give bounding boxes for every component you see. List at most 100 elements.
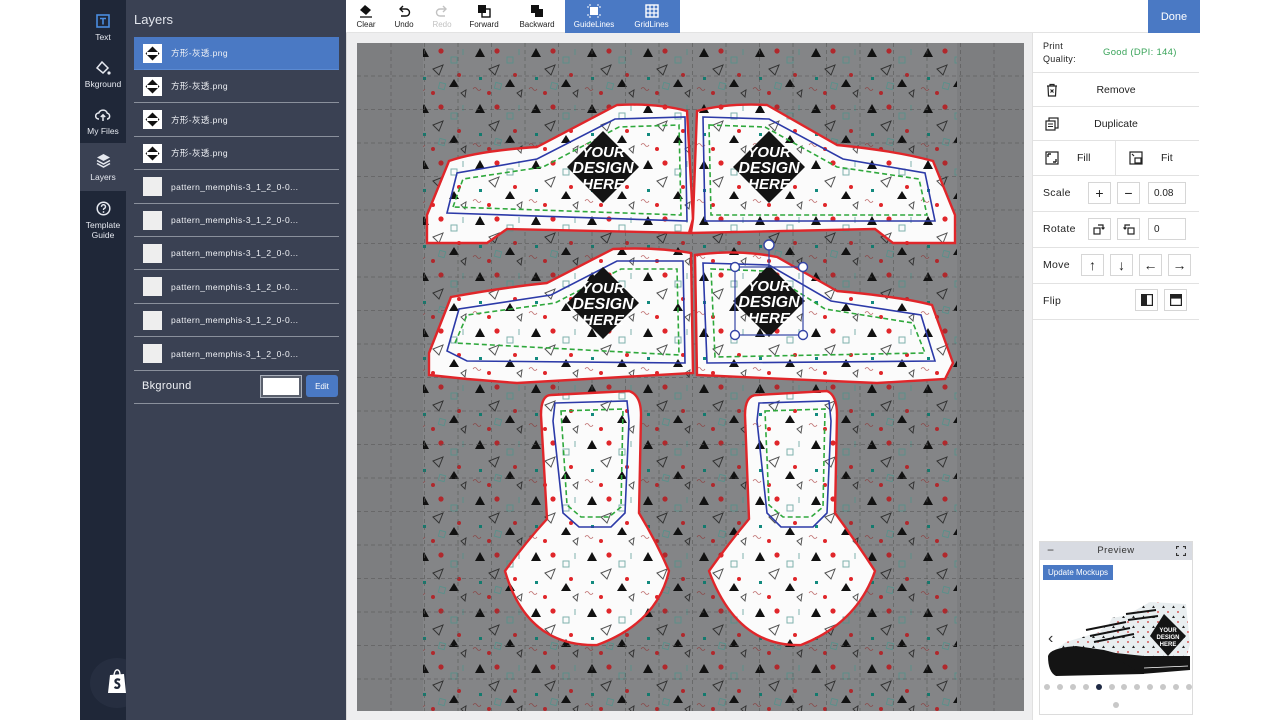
move-left-button[interactable]: ← bbox=[1139, 254, 1162, 276]
carousel-dot[interactable] bbox=[1134, 684, 1141, 690]
design-logo-thumbnail bbox=[143, 110, 162, 130]
tool-rail: Text Bkground My Files Layers Template G… bbox=[80, 0, 126, 720]
move-down-button[interactable]: ↓ bbox=[1110, 254, 1133, 276]
button-label: Clear bbox=[356, 20, 376, 29]
resize-handle[interactable] bbox=[797, 329, 809, 341]
shopify-bag-icon[interactable] bbox=[107, 668, 127, 694]
layer-item[interactable]: pattern_memphis-3_1_2_0-0... bbox=[134, 338, 339, 371]
rotate-handle[interactable] bbox=[763, 239, 775, 251]
carousel-dot[interactable] bbox=[1095, 684, 1102, 690]
carousel-dot[interactable] bbox=[1160, 684, 1167, 690]
duplicate-icon bbox=[1045, 116, 1059, 131]
arrow-down-icon: ↓ bbox=[1118, 257, 1125, 273]
background-edit-button[interactable]: Edit bbox=[306, 375, 338, 397]
layer-name: 方形-灰透.png bbox=[171, 114, 228, 125]
carousel-dot[interactable] bbox=[1147, 684, 1154, 690]
rail-item-template-guide[interactable]: Template Guide bbox=[80, 194, 126, 246]
carousel-dot[interactable] bbox=[1121, 684, 1128, 690]
rail-item-layers[interactable]: Layers bbox=[80, 143, 126, 191]
layers-title: Layers bbox=[134, 12, 174, 27]
scale-up-button[interactable]: + bbox=[1088, 182, 1111, 204]
layer-item[interactable]: 方形-灰透.png bbox=[134, 104, 339, 137]
carousel-dot[interactable] bbox=[1185, 684, 1192, 690]
layer-name: 方形-灰透.png bbox=[171, 48, 228, 58]
rail-item-text[interactable]: Text bbox=[80, 4, 126, 51]
flip-vertical-button[interactable] bbox=[1164, 289, 1187, 311]
scale-label: Scale bbox=[1043, 187, 1071, 199]
flip-horizontal-icon bbox=[1140, 294, 1153, 306]
preview-panel: − Preview Update Mockups YOUR DESIGN HER… bbox=[1039, 541, 1193, 715]
scale-down-button[interactable]: − bbox=[1117, 182, 1140, 204]
rail-item-background[interactable]: Bkground bbox=[80, 51, 126, 98]
rail-item-my-files[interactable]: My Files bbox=[80, 98, 126, 145]
redo-icon bbox=[435, 5, 447, 17]
layer-item[interactable]: pattern_memphis-3_1_2_0-0... bbox=[134, 304, 339, 338]
layer-name: 方形-灰透.png bbox=[171, 148, 228, 159]
flip-horizontal-button[interactable] bbox=[1135, 289, 1158, 311]
resize-handle[interactable] bbox=[797, 261, 809, 273]
pattern-thumbnail bbox=[143, 277, 162, 297]
gridlines-toggle[interactable]: GridLines bbox=[623, 0, 680, 33]
rotate-input[interactable]: 0 bbox=[1148, 218, 1186, 240]
carousel-dot[interactable] bbox=[1082, 684, 1089, 690]
layer-item[interactable]: pattern_memphis-3_1_2_0-0... bbox=[134, 204, 339, 237]
guidelines-icon bbox=[587, 4, 601, 18]
layer-item[interactable]: pattern_memphis-3_1_2_0-0... bbox=[134, 171, 339, 204]
badge-text: YOUR bbox=[747, 278, 791, 295]
template-artwork[interactable]: YOURDESIGNHEREYOURDESIGNHEREYOURDESIGNHE… bbox=[357, 43, 1024, 711]
rotate-ccw-button[interactable] bbox=[1117, 218, 1140, 240]
layer-name: 方形-灰透.png bbox=[171, 81, 228, 92]
layer-item[interactable]: 方形-灰透.png bbox=[134, 70, 339, 104]
duplicate-button[interactable]: Duplicate bbox=[1033, 107, 1199, 141]
scale-input[interactable]: 0.08 bbox=[1148, 182, 1186, 204]
carousel-page-dot[interactable] bbox=[1113, 702, 1119, 708]
paint-bucket-icon bbox=[95, 60, 111, 76]
design-canvas[interactable]: YOUR DESIGN HERE YOUR DESIGN HERE YOUR DESIGN HE… bbox=[357, 43, 1024, 711]
button-label: Redo bbox=[432, 20, 452, 29]
resize-handle[interactable] bbox=[729, 329, 741, 341]
move-row: Move ↑ ↓ ← → bbox=[1033, 248, 1199, 284]
carousel-dot[interactable] bbox=[1056, 684, 1063, 690]
undo-button[interactable]: Undo bbox=[388, 0, 420, 33]
previous-mockup-arrow[interactable]: ‹ bbox=[1048, 630, 1053, 648]
rotate-cw-icon bbox=[1093, 223, 1105, 235]
forward-button[interactable]: Forward bbox=[464, 0, 504, 33]
move-up-button[interactable]: ↑ bbox=[1081, 254, 1104, 276]
guidelines-toggle[interactable]: GuideLines bbox=[565, 0, 623, 33]
done-button[interactable]: Done bbox=[1148, 0, 1200, 33]
clear-button[interactable]: Clear bbox=[350, 0, 382, 33]
badge-text: DESIGN bbox=[572, 160, 634, 177]
layer-item[interactable]: pattern_memphis-3_1_2_0-0... bbox=[134, 271, 339, 304]
fit-button[interactable]: Fit bbox=[1117, 141, 1199, 175]
layer-item[interactable]: 方形-灰透.png bbox=[134, 137, 339, 171]
arrow-up-icon: ↑ bbox=[1089, 257, 1096, 273]
update-mockups-button[interactable]: Update Mockups bbox=[1043, 565, 1114, 580]
carousel-dot[interactable] bbox=[1044, 684, 1050, 690]
top-toolbar: Clear Undo Redo Forward Backward GuideLi… bbox=[346, 0, 1148, 33]
move-right-button[interactable]: → bbox=[1168, 254, 1191, 276]
resize-handle[interactable] bbox=[729, 261, 741, 273]
redo-button[interactable]: Redo bbox=[426, 0, 458, 33]
remove-button[interactable]: Remove bbox=[1033, 73, 1199, 107]
fill-button[interactable]: Fill bbox=[1033, 141, 1116, 175]
background-row: Bkground Edit bbox=[134, 372, 339, 404]
layer-item[interactable]: pattern_memphis-3_1_2_0-0... bbox=[134, 237, 339, 271]
backward-button[interactable]: Backward bbox=[514, 0, 560, 33]
rail-label: My Files bbox=[87, 126, 119, 136]
rotate-row: Rotate 0 bbox=[1033, 212, 1199, 248]
design-logo-thumbnail bbox=[143, 76, 162, 96]
badge-text: HERE bbox=[582, 176, 625, 193]
fullscreen-icon[interactable] bbox=[1176, 546, 1186, 556]
carousel-dot[interactable] bbox=[1069, 684, 1076, 690]
carousel-dot[interactable] bbox=[1108, 684, 1115, 690]
badge-text: YOUR bbox=[747, 144, 791, 161]
carousel-dot[interactable] bbox=[1173, 684, 1180, 690]
layer-name: pattern_memphis-3_1_2_0-0... bbox=[171, 315, 299, 326]
grid-icon bbox=[644, 4, 659, 18]
trash-icon bbox=[1047, 83, 1057, 97]
background-color-swatch[interactable] bbox=[260, 375, 302, 398]
design-logo-thumbnail bbox=[143, 43, 162, 63]
move-label: Move bbox=[1043, 259, 1070, 271]
rotate-cw-button[interactable] bbox=[1088, 218, 1111, 240]
layer-item[interactable]: 方形-灰透.png bbox=[134, 37, 339, 70]
